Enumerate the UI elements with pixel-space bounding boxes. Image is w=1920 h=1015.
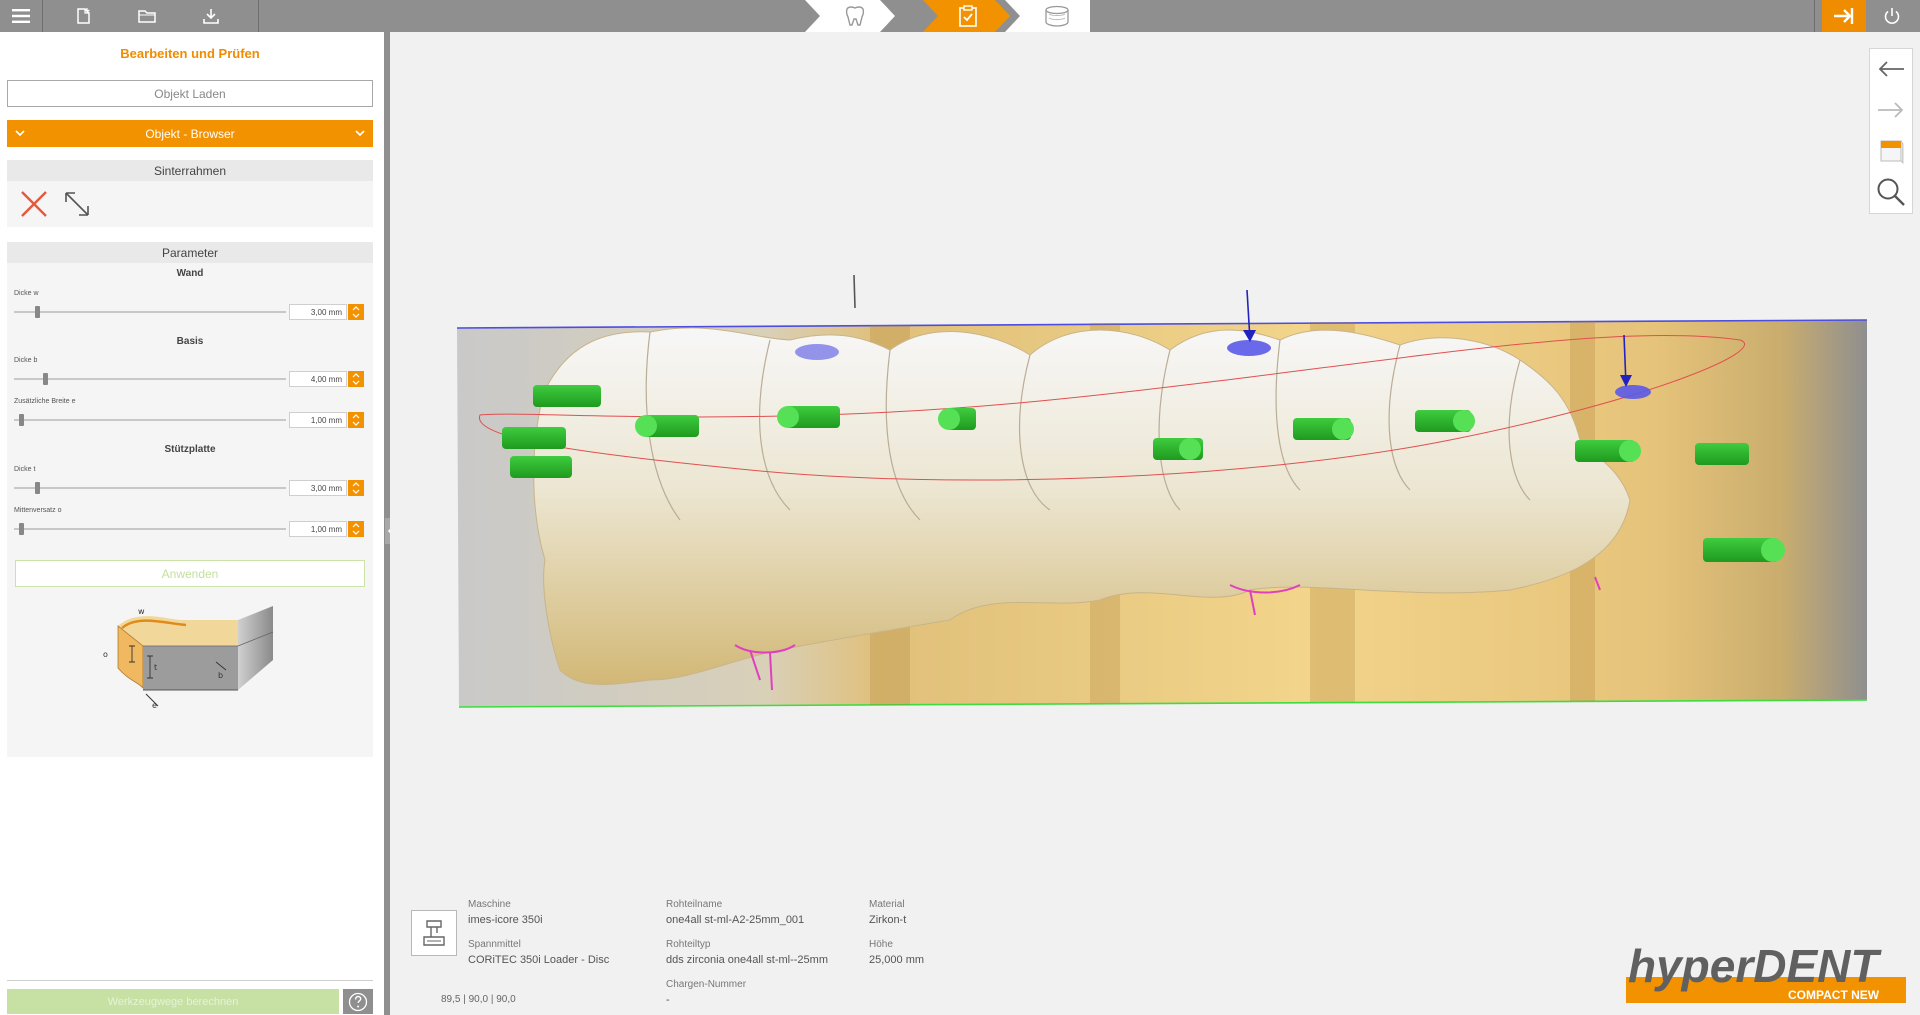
object-browser-dropdown[interactable]: Objekt - Browser [7,120,373,147]
maschine-label: Maschine [468,899,511,910]
hoehe-value: 25,000 mm [869,954,925,966]
download-icon[interactable] [190,0,232,32]
rohteilname-value: one4all st-ml-A2-25mm_001 [666,914,805,926]
object-browser-label: Objekt - Browser [145,126,235,141]
delete-frame-icon[interactable] [19,189,49,219]
panel-title: Bearbeiten und Prüfen [120,46,260,61]
chevron-down-icon [15,130,25,137]
wand-title: Wand [176,268,204,279]
menu-icon[interactable] [0,0,42,32]
spannmittel-label: Spannmittel [468,939,521,950]
spannmittel-value: CORiTEC 350i Loader - Disc [468,954,610,966]
open-folder-icon[interactable] [126,0,168,32]
workflow-steps [805,0,1090,32]
material-value: Zirkon-t [869,914,907,926]
view-navigation [1869,48,1913,214]
slider-thumb[interactable] [35,306,41,318]
diagram-label-o: o [103,650,108,659]
top-toolbar [0,0,1920,32]
panel-divider-line [7,980,373,981]
basis-dicke-slider[interactable] [14,373,286,385]
forward-arrow-icon[interactable] [1870,90,1912,130]
back-arrow-icon[interactable] [1870,49,1912,89]
toolbar-separator [42,0,43,32]
chargen-value: - [666,994,670,1006]
basis-dicke-label: Dicke b [14,357,38,364]
stuetzplatte-title: Stützplatte [164,444,216,455]
stuetzplatte-dicke-slider[interactable] [14,482,286,494]
rohteiltyp-value: dds zirconia one4all st-ml--25mm [666,954,828,966]
basis-title: Basis [176,336,204,347]
stuetzplatte-dicke-input[interactable]: 3,00 mm [289,480,347,496]
diagram-label-w: w [138,607,145,616]
maschine-value: imes-icore 350i [468,914,543,926]
expand-steps-icon[interactable] [818,0,840,32]
new-file-icon[interactable] [63,0,105,32]
basis-breite-label: Zusätzliche Breite e [14,398,76,405]
wand-dicke-input[interactable]: 3,00 mm [289,304,347,320]
toolbar-separator [1814,0,1815,32]
material-label: Material [869,899,905,910]
mittenversatz-spinner[interactable] [348,521,364,537]
chargen-label: Chargen-Nummer [666,979,747,990]
left-panel: Bearbeiten und Prüfen Objekt Laden Objek… [0,32,384,1015]
load-object-button[interactable]: Objekt Laden [7,80,373,107]
resize-frame-icon[interactable] [62,189,92,219]
toolbar-separator [258,0,259,32]
brand-edition: COMPACT NEW [1788,988,1880,1002]
compute-toolpaths-button[interactable]: Werkzeugwege berechnen [7,989,339,1014]
basis-breite-input[interactable]: 1,00 mm [289,412,347,428]
zoom-magnifier-icon[interactable] [1870,172,1912,212]
sinter-frame-diagram: w o t b e [98,598,288,710]
chevron-down-icon [355,130,365,137]
view-cube-icon[interactable] [1870,131,1912,171]
checklist-step-icon[interactable] [938,0,998,32]
stuetzplatte-dicke-spinner[interactable] [348,480,364,496]
apply-button[interactable]: Anwenden [15,560,365,587]
stuetzplatte-dicke-label: Dicke t [14,466,36,473]
help-icon[interactable] [343,989,373,1014]
diagram-label-e: e [152,701,157,710]
wand-dicke-label: Dicke w [14,290,39,297]
basis-breite-spinner[interactable] [348,412,364,428]
view-angles-readout: 89,5 | 90,0 | 90,0 [441,994,516,1005]
brand-name: hyperDENT [1628,940,1882,992]
basis-dicke-input[interactable]: 4,00 mm [289,371,347,387]
power-icon[interactable] [1870,0,1914,32]
rohteiltyp-label: Rohteiltyp [666,939,711,950]
slider-thumb[interactable] [35,482,41,494]
diagram-label-t: t [154,663,157,672]
mittenversatz-slider[interactable] [14,523,286,535]
basis-breite-slider[interactable] [14,414,286,426]
model-view[interactable] [450,260,1870,720]
blank-step-icon[interactable] [1027,0,1087,32]
diagram-label-b: b [218,671,223,680]
hoehe-label: Höhe [869,939,893,950]
sinterrahmen-box [7,181,373,227]
hyperdent-logo: hyperDENT COMPACT NEW [1614,940,1906,1006]
wand-dicke-spinner[interactable] [348,304,364,320]
wand-dicke-slider[interactable] [14,306,286,318]
slider-thumb[interactable] [19,523,25,535]
slider-thumb[interactable] [43,373,49,385]
rohteilname-label: Rohteilname [666,899,723,910]
mittenversatz-label: Mittenversatz o [14,507,62,514]
parameter-header: Parameter [7,242,373,263]
mittenversatz-input[interactable]: 1,00 mm [289,521,347,537]
slider-thumb[interactable] [19,414,25,426]
exit-icon[interactable] [1822,0,1866,32]
machine-icon [411,910,457,956]
sinterrahmen-header: Sinterrahmen [7,160,373,181]
basis-dicke-spinner[interactable] [348,371,364,387]
